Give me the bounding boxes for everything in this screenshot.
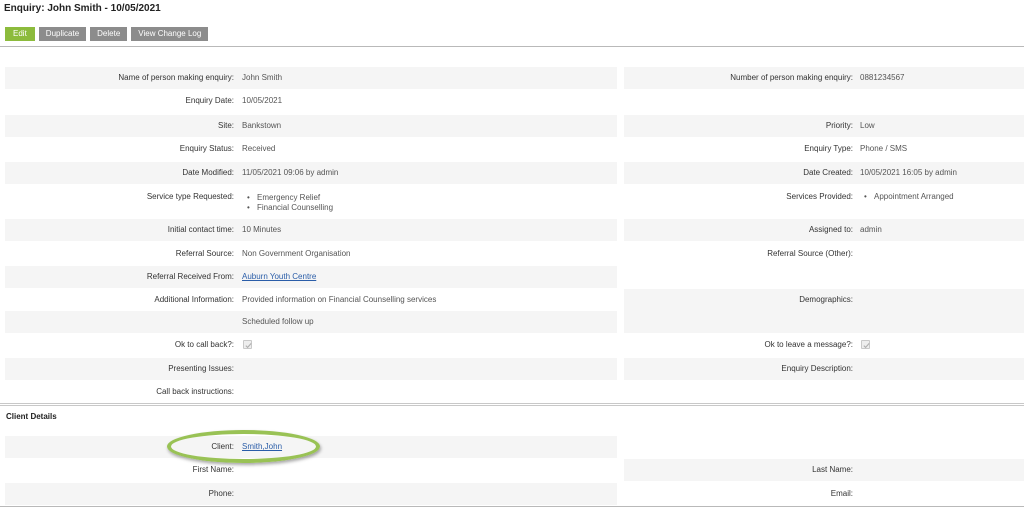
services-provided-label: Services Provided: xyxy=(786,192,853,201)
ok-call-back-checkbox[interactable] xyxy=(243,340,252,349)
services-provided-list: Appointment Arranged xyxy=(860,192,954,202)
date-created-label: Date Created: xyxy=(803,168,853,177)
additional-info-line-1: Provided information on Financial Counse… xyxy=(242,295,437,304)
right-row-priority xyxy=(624,115,1024,137)
duplicate-button[interactable]: Duplicate xyxy=(38,27,87,41)
enquiry-status-value: Received xyxy=(242,144,276,153)
section-divider xyxy=(0,405,1024,406)
enquiry-date-label: Enquiry Date: xyxy=(185,96,234,105)
assigned-to-value: admin xyxy=(860,225,882,234)
enquiry-type-label: Enquiry Type: xyxy=(804,144,853,153)
additional-info-label: Additional Information: xyxy=(154,295,234,304)
priority-value: Low xyxy=(860,121,875,130)
additional-info-line-2: Scheduled follow up xyxy=(242,317,314,326)
list-item: Financial Counselling xyxy=(243,203,333,213)
site-value: Bankstown xyxy=(242,121,282,130)
name-label: Name of person making enquiry: xyxy=(118,73,234,82)
page-title: Enquiry: John Smith - 10/05/2021 xyxy=(4,3,161,14)
call-back-instructions-label: Call back instructions: xyxy=(156,387,234,396)
enquiry-description-label: Enquiry Description: xyxy=(781,364,853,373)
priority-label: Priority: xyxy=(825,121,853,130)
service-type-requested-list: Emergency Relief Financial Counselling xyxy=(243,193,333,213)
assigned-to-label: Assigned to: xyxy=(808,225,853,234)
phone-label: Phone: xyxy=(208,489,234,498)
left-row-presenting xyxy=(5,358,617,380)
enquiry-date-value: 10/05/2021 xyxy=(242,96,283,105)
referral-from-link[interactable]: Auburn Youth Centre xyxy=(242,266,316,288)
delete-button[interactable]: Delete xyxy=(90,27,128,41)
toolbar: Edit Duplicate Delete View Change Log xyxy=(5,27,209,41)
referral-from-label: Referral Received From: xyxy=(146,272,234,281)
demographics-label: Demographics: xyxy=(799,295,853,304)
referral-source-other-label: Referral Source (Other): xyxy=(767,249,853,258)
site-label: Site: xyxy=(217,121,234,130)
initial-contact-value: 10 Minutes xyxy=(242,225,282,234)
edit-button[interactable]: Edit xyxy=(5,27,35,41)
highlight-annotation xyxy=(167,430,320,463)
ok-leave-message-label: Ok to leave a message?: xyxy=(764,340,854,349)
view-change-log-button[interactable]: View Change Log xyxy=(131,27,209,41)
email-label: Email: xyxy=(830,489,853,498)
left-row-site xyxy=(5,115,617,137)
date-modified-label: Date Modified: xyxy=(182,168,234,177)
section-divider xyxy=(0,403,1024,404)
toolbar-divider xyxy=(0,46,1024,47)
ok-call-back-label: Ok to call back?: xyxy=(174,340,234,349)
client-details-heading: Client Details xyxy=(6,412,57,421)
initial-contact-label: Initial contact time: xyxy=(167,225,234,234)
referral-source-label: Referral Source: xyxy=(175,249,234,258)
date-created-value: 10/05/2021 16:05 by admin xyxy=(860,168,957,177)
number-label: Number of person making enquiry: xyxy=(730,73,853,82)
presenting-issues-label: Presenting Issues: xyxy=(168,364,234,373)
last-name-label: Last Name: xyxy=(812,465,853,474)
enquiry-type-value: Phone / SMS xyxy=(860,144,908,153)
ok-leave-message-checkbox[interactable] xyxy=(861,340,870,349)
number-value: 0881234567 xyxy=(860,73,905,82)
left-row-phone xyxy=(5,483,617,505)
enquiry-status-label: Enquiry Status: xyxy=(179,144,234,153)
list-item: Emergency Relief xyxy=(243,193,333,203)
left-row-initial-contact xyxy=(5,219,617,241)
date-modified-value: 11/05/2021 09:06 by admin xyxy=(242,168,339,177)
list-item: Appointment Arranged xyxy=(860,192,954,202)
check-icon xyxy=(863,343,870,349)
service-type-requested-label: Service type Requested: xyxy=(146,192,234,201)
left-row-name xyxy=(5,67,617,89)
bottom-divider xyxy=(0,506,1024,507)
check-icon xyxy=(245,343,252,349)
name-value: John Smith xyxy=(242,73,283,82)
referral-source-value: Non Government Organisation xyxy=(242,249,351,258)
